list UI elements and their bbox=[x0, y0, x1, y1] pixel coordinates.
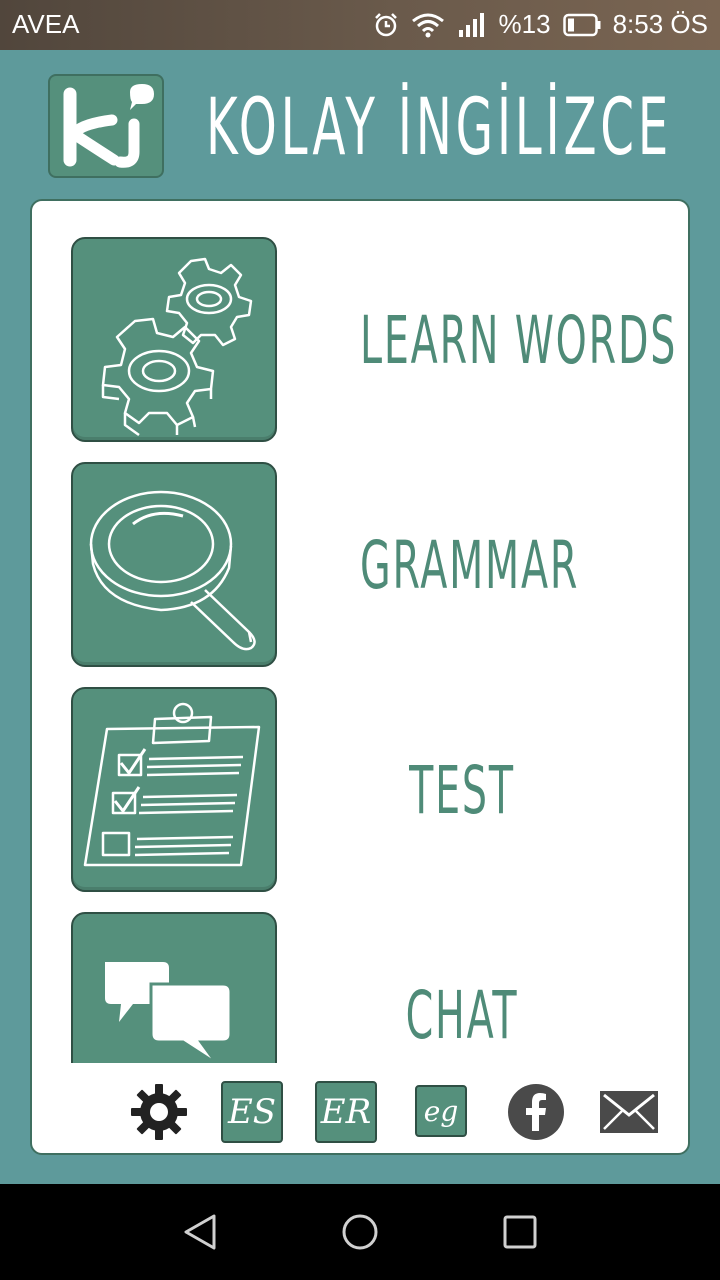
eg-button[interactable]: eg bbox=[415, 1085, 467, 1137]
menu-item-test[interactable]: TEST bbox=[32, 651, 688, 892]
recents-icon[interactable] bbox=[500, 1212, 540, 1252]
facebook-button[interactable] bbox=[505, 1081, 567, 1143]
settings-button[interactable] bbox=[128, 1081, 190, 1143]
signal-icon bbox=[458, 12, 484, 37]
menu-item-grammar[interactable]: GRAMMAR bbox=[32, 426, 688, 667]
clipboard-icon[interactable] bbox=[71, 687, 277, 892]
menu-item-chat[interactable]: CHAT bbox=[32, 876, 688, 1063]
gears-icon[interactable] bbox=[71, 237, 277, 442]
main-menu-card: LEARN WORDS GRAMMAR TEST CHAT ES ER eg bbox=[30, 199, 690, 1155]
battery-percent: %13 bbox=[498, 9, 551, 39]
navigation-bar bbox=[0, 1184, 720, 1280]
menu-item-learn-words[interactable]: LEARN WORDS bbox=[32, 201, 688, 442]
menu-list[interactable]: LEARN WORDS GRAMMAR TEST CHAT bbox=[32, 201, 688, 1063]
back-icon[interactable] bbox=[180, 1212, 220, 1252]
chat-bubbles-icon[interactable] bbox=[71, 912, 277, 1063]
facebook-icon bbox=[508, 1084, 564, 1140]
status-bar: AVEA %13 8:53 ÖS bbox=[0, 0, 720, 50]
gear-icon bbox=[131, 1084, 187, 1140]
status-icons: %13 8:53 ÖS bbox=[373, 9, 708, 40]
menu-label-learn-words[interactable]: LEARN WORDS bbox=[360, 301, 675, 381]
mail-icon bbox=[600, 1091, 658, 1133]
home-icon[interactable] bbox=[340, 1212, 380, 1252]
clock: 8:53 ÖS bbox=[612, 9, 708, 39]
bottom-toolbar: ES ER eg bbox=[32, 1063, 688, 1153]
er-button[interactable]: ER bbox=[315, 1081, 377, 1143]
menu-label-grammar[interactable]: GRAMMAR bbox=[360, 526, 577, 606]
magnifier-icon[interactable] bbox=[71, 462, 277, 667]
app-title: KOLAY İNGİLİZCE bbox=[206, 83, 673, 173]
alarm-icon bbox=[374, 12, 397, 36]
es-button[interactable]: ES bbox=[221, 1081, 283, 1143]
logo-ki-icon bbox=[63, 84, 154, 168]
carrier-name: AVEA bbox=[12, 9, 80, 39]
battery-icon bbox=[562, 13, 601, 36]
wifi-icon bbox=[411, 13, 444, 37]
mail-button[interactable] bbox=[598, 1081, 660, 1143]
menu-label-test[interactable]: TEST bbox=[360, 751, 564, 831]
app-logo bbox=[48, 74, 164, 178]
menu-label-chat[interactable]: CHAT bbox=[360, 976, 564, 1056]
